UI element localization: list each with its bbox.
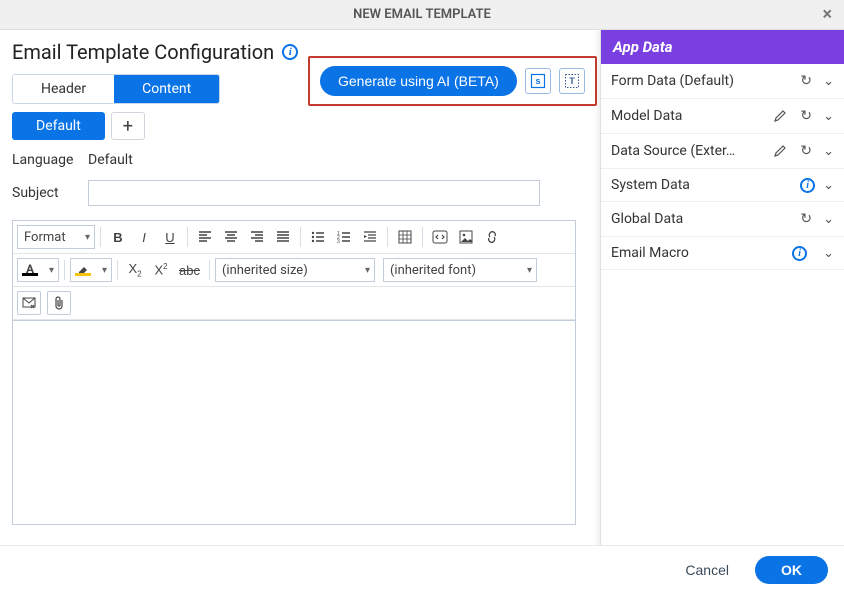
panel-item-form-data[interactable]: Form Data (Default) ↻ ⌄ bbox=[601, 64, 844, 99]
align-right-button[interactable] bbox=[245, 225, 269, 249]
info-icon[interactable]: i bbox=[282, 44, 298, 60]
panel-item-data-source[interactable]: Data Source (Exter… ↻ ⌄ bbox=[601, 134, 844, 169]
panel-item-label: System Data bbox=[611, 177, 792, 193]
separator bbox=[422, 227, 423, 247]
refresh-icon[interactable]: ↻ bbox=[797, 142, 815, 160]
align-center-button[interactable] bbox=[219, 225, 243, 249]
underline-button[interactable]: U bbox=[158, 225, 182, 249]
panel-item-label: Form Data (Default) bbox=[611, 73, 789, 89]
format-dropdown[interactable]: Format bbox=[17, 225, 95, 249]
tab-content[interactable]: Content bbox=[114, 75, 219, 103]
panel-item-label: Email Macro bbox=[611, 245, 784, 261]
font-size-dropdown[interactable]: (inherited size) bbox=[215, 258, 375, 282]
separator bbox=[209, 260, 210, 280]
separator bbox=[187, 227, 188, 247]
bg-color-dropdown[interactable] bbox=[70, 258, 112, 282]
text-field-icon[interactable]: T bbox=[559, 68, 585, 94]
separator bbox=[64, 260, 65, 280]
table-button[interactable] bbox=[393, 225, 417, 249]
refresh-icon[interactable]: ↻ bbox=[797, 107, 815, 125]
strikethrough-button[interactable]: abc bbox=[175, 258, 204, 282]
close-icon[interactable]: × bbox=[822, 4, 832, 25]
code-button[interactable] bbox=[428, 225, 452, 249]
chevron-down-icon: ⌄ bbox=[823, 212, 834, 227]
link-button[interactable] bbox=[480, 225, 504, 249]
bullet-list-button[interactable] bbox=[306, 225, 330, 249]
text-color-dropdown[interactable]: A bbox=[17, 258, 59, 282]
cancel-button[interactable]: Cancel bbox=[679, 561, 735, 579]
separator bbox=[300, 227, 301, 247]
side-panel-title: App Data bbox=[601, 30, 844, 64]
image-button[interactable] bbox=[454, 225, 478, 249]
language-label: Language bbox=[12, 152, 78, 168]
add-tab-button[interactable]: + bbox=[111, 112, 145, 140]
modal-header: NEW EMAIL TEMPLATE × bbox=[0, 0, 844, 30]
refresh-icon[interactable]: ↻ bbox=[797, 210, 815, 228]
main-tabs: Header Content bbox=[12, 74, 220, 104]
tab-header[interactable]: Header bbox=[13, 75, 114, 103]
separator bbox=[387, 227, 388, 247]
subject-label: Subject bbox=[12, 185, 78, 201]
page-title: Email Template Configuration bbox=[12, 40, 274, 64]
svg-text:s: s bbox=[535, 76, 540, 86]
numbered-list-button[interactable]: 123 bbox=[332, 225, 356, 249]
subject-input[interactable] bbox=[88, 180, 540, 206]
panel-item-global-data[interactable]: Global Data ↻ ⌄ bbox=[601, 202, 844, 237]
edit-icon[interactable] bbox=[771, 142, 789, 160]
panel-item-model-data[interactable]: Model Data ↻ ⌄ bbox=[601, 99, 844, 134]
separator bbox=[117, 260, 118, 280]
main-content: Email Template Configuration i Generate … bbox=[0, 30, 600, 554]
edit-icon[interactable] bbox=[771, 107, 789, 125]
align-left-button[interactable] bbox=[193, 225, 217, 249]
attachment-button[interactable] bbox=[47, 291, 71, 315]
subtab-default[interactable]: Default bbox=[12, 112, 105, 140]
italic-button[interactable]: I bbox=[132, 225, 156, 249]
panel-item-label: Data Source (Exter… bbox=[611, 143, 763, 159]
indent-button[interactable] bbox=[358, 225, 382, 249]
separator bbox=[100, 227, 101, 247]
ai-highlight-box: Generate using AI (BETA) s T bbox=[308, 56, 597, 106]
info-icon[interactable]: i bbox=[800, 178, 815, 193]
chevron-down-icon: ⌄ bbox=[823, 144, 834, 159]
panel-item-label: Global Data bbox=[611, 211, 789, 227]
panel-item-label: Model Data bbox=[611, 108, 763, 124]
bold-button[interactable]: B bbox=[106, 225, 130, 249]
ok-button[interactable]: OK bbox=[755, 556, 828, 584]
chevron-down-icon: ⌄ bbox=[823, 178, 834, 193]
footer: Cancel OK bbox=[0, 545, 844, 593]
generate-ai-button[interactable]: Generate using AI (BETA) bbox=[320, 66, 517, 96]
insert-template-button[interactable] bbox=[17, 291, 41, 315]
refresh-icon[interactable]: ↻ bbox=[797, 72, 815, 90]
source-icon[interactable]: s bbox=[525, 68, 551, 94]
align-justify-button[interactable] bbox=[271, 225, 295, 249]
chevron-down-icon: ⌄ bbox=[823, 74, 834, 89]
side-panel: App Data Form Data (Default) ↻ ⌄ Model D… bbox=[600, 30, 844, 554]
font-family-dropdown[interactable]: (inherited font) bbox=[383, 258, 537, 282]
language-value: Default bbox=[88, 152, 133, 168]
info-icon[interactable]: i bbox=[792, 246, 807, 261]
editor-body[interactable] bbox=[13, 320, 575, 524]
subscript-button[interactable]: X2 bbox=[123, 258, 147, 282]
svg-text:3: 3 bbox=[337, 239, 340, 244]
chevron-down-icon: ⌄ bbox=[823, 109, 834, 124]
panel-item-system-data[interactable]: System Data i ⌄ bbox=[601, 169, 844, 202]
panel-item-email-macro[interactable]: Email Macro i ⌄ bbox=[601, 237, 844, 270]
superscript-button[interactable]: X2 bbox=[149, 258, 173, 282]
chevron-down-icon: ⌄ bbox=[823, 246, 834, 261]
svg-text:T: T bbox=[569, 76, 575, 86]
modal-title: NEW EMAIL TEMPLATE bbox=[353, 7, 491, 22]
rich-text-editor: Format B I U 123 bbox=[12, 220, 576, 525]
